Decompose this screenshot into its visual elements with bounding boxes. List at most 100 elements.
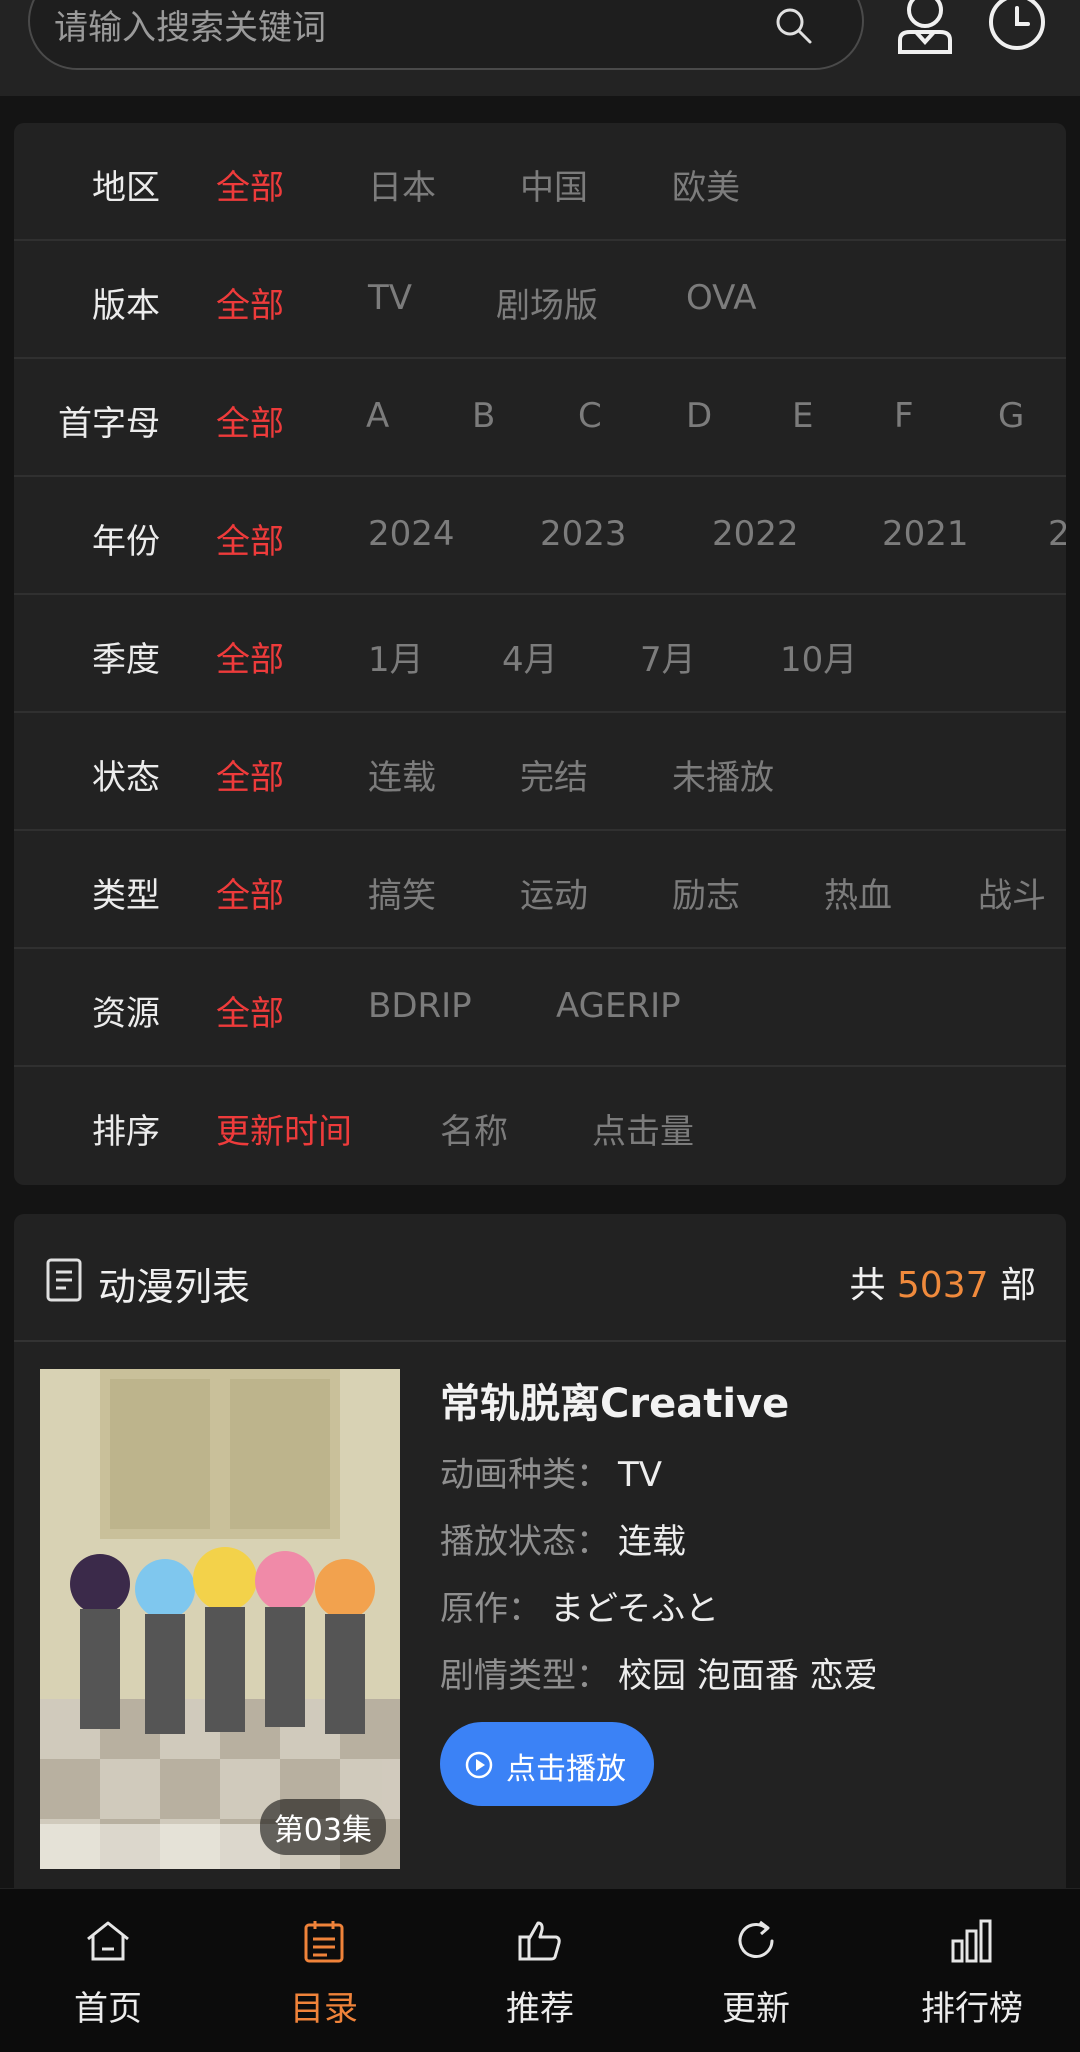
filter-option[interactable]: 全部 [216, 632, 284, 681]
list-header: 动漫列表 共 5037 部 [14, 1214, 1066, 1342]
filter-option[interactable]: 中国 [520, 160, 588, 209]
anime-info: 常轨脱离Creative 动画种类： TV 播放状态： 连载 原作： まどそふと 剧情… [440, 1369, 1060, 1697]
filter-row-genre: 类型 全部 搞笑 运动 励志 热血 战斗 [14, 831, 1066, 949]
filter-option[interactable]: A [366, 396, 389, 436]
filter-option[interactable]: D [686, 396, 712, 436]
bottom-nav: 首页 目录 推荐 更新 排行榜 [0, 1888, 1080, 2052]
filter-option[interactable]: 全部 [216, 986, 284, 1035]
refresh-icon [738, 1920, 774, 1958]
filter-label: 季度 [92, 640, 160, 680]
filter-option[interactable]: 10月 [780, 632, 857, 681]
ranking-icon [951, 1919, 992, 1963]
filter-option[interactable]: B [472, 396, 495, 436]
filter-label: 首字母 [58, 404, 160, 444]
episode-badge: 第03集 [259, 1799, 386, 1855]
filter-option[interactable]: 全部 [216, 160, 284, 209]
filter-option[interactable]: 欧美 [672, 160, 740, 209]
anime-cover-image[interactable]: 第03集 [40, 1369, 400, 1869]
info-status: 播放状态： 连载 [440, 1514, 1060, 1563]
count-number: 5037 [896, 1265, 989, 1306]
filter-panel: 地区 全部 日本 中国 欧美 版本 全部 TV 剧场版 OVA 首字母 全部 A… [14, 123, 1066, 1185]
nav-label: 目录 [290, 1989, 358, 2029]
filter-option[interactable]: 名称 [440, 1104, 508, 1153]
filter-option[interactable]: 战斗 [978, 868, 1046, 917]
nav-home[interactable]: 首页 [0, 1889, 216, 2052]
filter-option[interactable]: 2024 [368, 514, 455, 554]
filter-option[interactable]: 全部 [216, 868, 284, 917]
filter-row-region: 地区 全部 日本 中国 欧美 [14, 123, 1066, 241]
nav-ranking[interactable]: 排行榜 [864, 1889, 1080, 2052]
filter-option[interactable]: 2022 [712, 514, 799, 554]
nav-label: 推荐 [506, 1989, 574, 2029]
filter-option[interactable]: F [894, 396, 914, 436]
filter-option[interactable]: 1月 [368, 632, 424, 681]
info-type: 动画种类： TV [440, 1447, 1060, 1496]
filter-option[interactable]: 完结 [520, 750, 588, 799]
info-key: 播放状态： [440, 1522, 610, 1562]
filter-option[interactable]: 4月 [502, 632, 558, 681]
filter-option[interactable]: 2021 [882, 514, 969, 554]
filter-option[interactable]: AGERIP [556, 986, 681, 1026]
list-item[interactable]: 第03集 常轨脱离Creative 动画种类： TV 播放状态： 连载 原作： まどそ… [40, 1369, 1040, 1879]
nav-label: 更新 [722, 1989, 790, 2029]
catalog-icon [304, 1921, 344, 1963]
filter-label: 版本 [92, 286, 160, 326]
nav-catalog[interactable]: 目录 [216, 1889, 432, 2052]
filter-option[interactable]: 连载 [368, 750, 436, 799]
filter-option[interactable]: 日本 [368, 160, 436, 209]
filter-option[interactable]: 热血 [824, 868, 892, 917]
filter-option[interactable]: BDRIP [368, 986, 472, 1026]
filter-option[interactable]: 全部 [216, 396, 284, 445]
anime-title[interactable]: 常轨脱离Creative [440, 1371, 1060, 1429]
filter-option[interactable]: 全部 [216, 514, 284, 563]
play-icon [465, 1751, 493, 1779]
play-button-label: 点击播放 [506, 1752, 626, 1787]
nav-recommend[interactable]: 推荐 [432, 1889, 648, 2052]
info-genre: 剧情类型： 校园 泡面番 恋爱 [440, 1648, 1060, 1697]
filter-option[interactable]: 全部 [216, 278, 284, 327]
play-button[interactable]: 点击播放 [440, 1722, 654, 1806]
document-icon [46, 1258, 82, 1302]
nav-update[interactable]: 更新 [648, 1889, 864, 2052]
filter-option[interactable]: 更新时间 [216, 1104, 352, 1153]
info-value: 连载 [618, 1522, 686, 1562]
filter-option[interactable]: 2 [1048, 514, 1066, 554]
filter-row-season: 季度 全部 1月 4月 7月 10月 [14, 595, 1066, 713]
filter-row-status: 状态 全部 连载 完结 未播放 [14, 713, 1066, 831]
cover-illustration [40, 1369, 400, 1869]
filter-option[interactable]: 7月 [640, 632, 696, 681]
filter-label: 年份 [92, 522, 160, 562]
nav-label: 排行榜 [921, 1989, 1023, 2029]
filter-label: 资源 [92, 994, 160, 1034]
filter-option[interactable]: 运动 [520, 868, 588, 917]
info-key: 剧情类型： [440, 1656, 610, 1696]
filter-option[interactable]: E [792, 396, 813, 436]
filter-option[interactable]: C [578, 396, 602, 436]
filter-option[interactable]: 搞笑 [368, 868, 436, 917]
anime-list-card: 动漫列表 共 5037 部 第03集 常轨脱离Creative 动画种类： TV… [14, 1214, 1066, 1914]
filter-row-version: 版本 全部 TV 剧场版 OVA [14, 241, 1066, 359]
info-key: 原作： [440, 1589, 542, 1629]
info-value: 校园 泡面番 恋爱 [618, 1656, 878, 1696]
user-icon[interactable] [894, 0, 956, 56]
filter-option[interactable]: 剧场版 [496, 278, 598, 327]
filter-label: 地区 [92, 168, 160, 208]
filter-option[interactable]: 励志 [672, 868, 740, 917]
history-icon[interactable] [986, 0, 1048, 56]
search-icon[interactable] [772, 4, 816, 48]
filter-option[interactable]: 2023 [540, 514, 627, 554]
filter-row-initial: 首字母 全部 A B C D E F G [14, 359, 1066, 477]
filter-option[interactable]: 点击量 [592, 1104, 694, 1153]
filter-option[interactable]: G [998, 396, 1024, 436]
filter-label: 状态 [92, 758, 160, 798]
count-suffix: 部 [999, 1265, 1036, 1306]
thumbs-up-icon [518, 1921, 561, 1961]
filter-row-source: 资源 全部 BDRIP AGERIP [14, 949, 1066, 1067]
top-header: 请输入搜索关键词 [0, 0, 1080, 96]
filter-option[interactable]: TV [368, 278, 412, 318]
filter-option[interactable]: 全部 [216, 750, 284, 799]
search-input[interactable]: 请输入搜索关键词 [28, 0, 864, 70]
filter-option[interactable]: OVA [686, 278, 757, 318]
filter-option[interactable]: 未播放 [672, 750, 774, 799]
filter-row-sort: 排序 更新时间 名称 点击量 [14, 1067, 1066, 1185]
